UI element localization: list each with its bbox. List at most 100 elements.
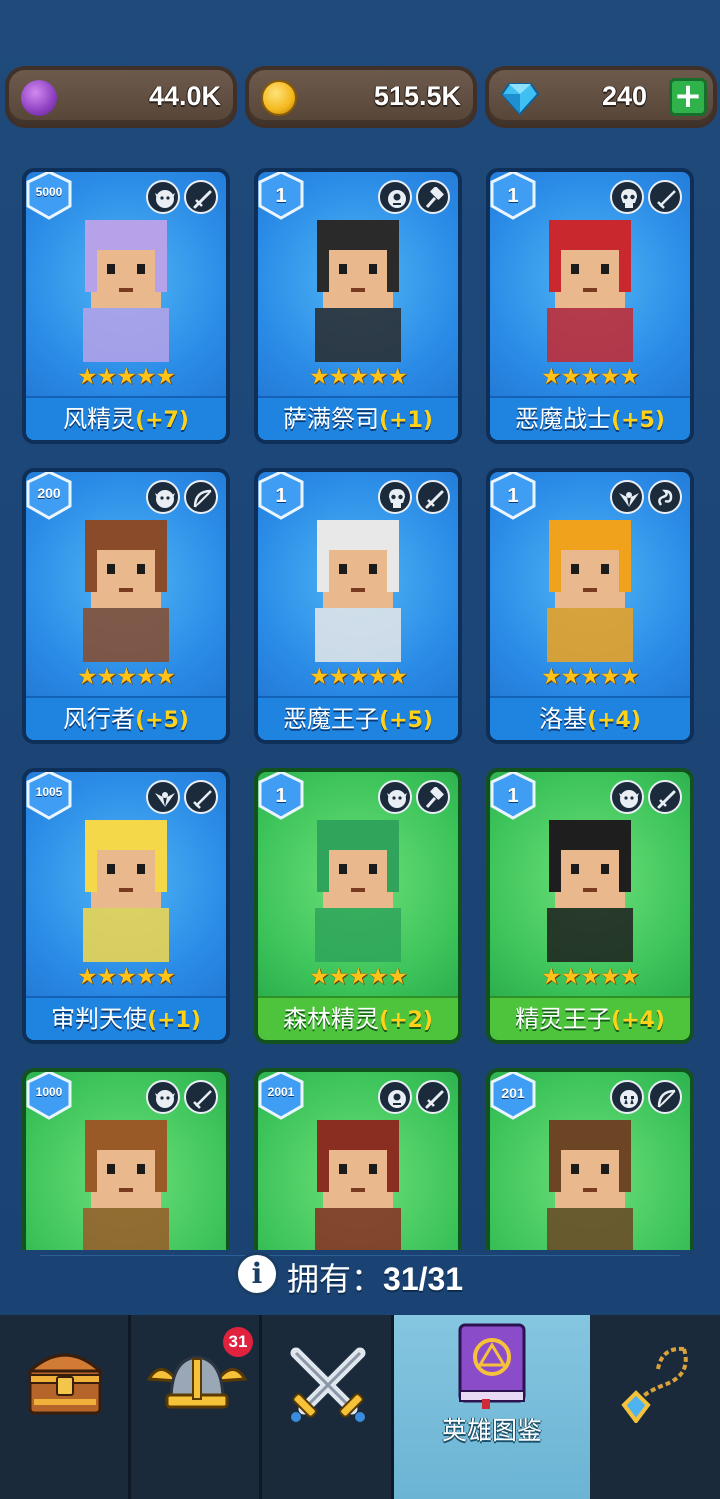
hero-name: 精灵王子 xyxy=(515,1005,612,1033)
hero-name-bar: 风精灵(+7) xyxy=(26,396,226,440)
gems-counter: 240 + xyxy=(485,66,717,128)
elixir-icon xyxy=(21,80,57,116)
hero-name-bar: 恶魔战士(+5) xyxy=(490,396,690,440)
currency-bar: 44.0K 515.5K 240 + xyxy=(0,66,720,128)
gem-icon xyxy=(500,80,540,116)
elf-icon xyxy=(146,180,180,214)
gold-value: 515.5K xyxy=(373,81,461,111)
hero-book-label: 英雄图鉴 xyxy=(441,1416,542,1445)
dagger-icon xyxy=(648,780,682,814)
hero-card[interactable]: 1 ★★★★★ 洛基(+4) xyxy=(486,468,694,744)
elf-icon xyxy=(610,780,644,814)
hero-grid: 5000 ★★★★★ 风精灵(+7) 1 ★★★★★ 萨满祭司(+1) 1 ★★★★★ 恶魔战士… xyxy=(0,160,720,1250)
hero-portrait xyxy=(547,1120,633,1250)
dagger-icon xyxy=(184,180,218,214)
nav-tab-chests[interactable] xyxy=(0,1315,131,1499)
hero-portrait xyxy=(315,220,401,362)
star-rating: ★★★★★ xyxy=(308,664,408,690)
dagger-icon xyxy=(416,480,450,514)
nav-tab-items[interactable] xyxy=(590,1315,720,1499)
sword-icon xyxy=(648,180,682,214)
owned-label: 拥有： xyxy=(287,1260,384,1298)
nav-tab-heroes[interactable]: 31 xyxy=(131,1315,262,1499)
skull-icon xyxy=(610,180,644,214)
hero-bonus: (+2) xyxy=(379,1008,433,1033)
hero-level: 201 xyxy=(501,1085,525,1101)
hero-level: 1 xyxy=(275,485,287,507)
hero-name-bar: 萨满祭司(+1) xyxy=(258,396,458,440)
hero-card[interactable]: 5000 ★★★★★ 风精灵(+7) xyxy=(22,168,230,444)
hero-card[interactable]: 1 ★★★★★ 恶魔王子(+5) xyxy=(254,468,462,744)
amulet-icon xyxy=(621,1346,688,1423)
hero-portrait xyxy=(315,1120,401,1250)
dagger-icon xyxy=(416,1080,450,1114)
hero-card[interactable]: 1 ★★★★★ 精灵王子(+4) xyxy=(486,768,694,1044)
owned-text: 拥有：31/31 xyxy=(287,1254,463,1300)
hammer-icon xyxy=(416,780,450,814)
add-gems-button[interactable]: + xyxy=(669,78,707,116)
hero-bonus: (+5) xyxy=(611,408,665,433)
hero-portrait xyxy=(547,220,633,362)
hero-level: 5000 xyxy=(35,185,63,199)
nav-tab-battle[interactable] xyxy=(262,1315,394,1499)
hero-name: 风行者 xyxy=(63,705,136,733)
hero-level: 1 xyxy=(507,785,519,807)
wings-icon xyxy=(146,780,180,814)
elixir-value: 44.0K xyxy=(148,81,221,111)
owned-value: 31/31 xyxy=(383,1261,464,1297)
gold-counter: 515.5K xyxy=(245,66,477,128)
star-rating: ★★★★★ xyxy=(76,364,176,390)
hero-bonus: (+1) xyxy=(379,408,433,433)
wings-icon xyxy=(610,480,644,514)
bow-icon xyxy=(648,1080,682,1114)
hero-level: 1 xyxy=(507,485,519,507)
hero-book-icon xyxy=(458,1323,526,1409)
hero-portrait xyxy=(315,820,401,962)
bottom-nav: 31 英雄图鉴 xyxy=(0,1315,720,1499)
hero-card[interactable]: 1 ★★★★★ 森林精灵(+2) xyxy=(254,768,462,1044)
hero-bonus: (+4) xyxy=(587,708,641,733)
star-rating: ★★★★★ xyxy=(308,964,408,990)
hero-card[interactable]: 200 ★★★★★ 风行者(+5) xyxy=(22,468,230,744)
bow-icon xyxy=(184,480,218,514)
hero-level: 1 xyxy=(507,185,519,207)
elf-icon xyxy=(378,780,412,814)
nav-tab-hero-book[interactable]: 英雄图鉴 xyxy=(394,1315,590,1499)
hero-bonus: (+4) xyxy=(611,1008,665,1033)
info-icon[interactable]: i xyxy=(235,1252,279,1296)
cyclops-icon xyxy=(378,180,412,214)
hero-level: 1 xyxy=(275,785,287,807)
hero-card[interactable]: 1 ★★★★★ 恶魔战士(+5) xyxy=(486,168,694,444)
star-rating: ★★★★★ xyxy=(308,364,408,390)
hero-bonus: (+7) xyxy=(135,408,189,433)
hero-name-bar: 恶魔王子(+5) xyxy=(258,696,458,740)
star-rating: ★★★★★ xyxy=(540,964,640,990)
hero-name: 萨满祭司 xyxy=(283,405,380,433)
hero-bonus: (+5) xyxy=(135,708,189,733)
hero-portrait xyxy=(83,1120,169,1250)
hero-portrait xyxy=(83,220,169,362)
hero-portrait xyxy=(315,520,401,662)
sword-icon xyxy=(184,780,218,814)
hero-level: 200 xyxy=(37,485,61,501)
hero-card[interactable]: 1005 ★★★★★ 审判天使(+1) xyxy=(22,768,230,1044)
hero-card[interactable]: 2001 xyxy=(254,1068,462,1250)
hero-name-bar: 精灵王子(+4) xyxy=(490,996,690,1040)
hero-card[interactable]: 201 xyxy=(486,1068,694,1250)
helmet-icon xyxy=(147,1355,247,1409)
hero-name-bar: 洛基(+4) xyxy=(490,696,690,740)
hero-portrait xyxy=(547,520,633,662)
hero-card[interactable]: 1000 xyxy=(22,1068,230,1250)
star-rating: ★★★★★ xyxy=(540,364,640,390)
hero-name: 恶魔战士 xyxy=(515,405,612,433)
hero-card[interactable]: 1 ★★★★★ 萨满祭司(+1) xyxy=(254,168,462,444)
hero-name-bar: 审判天使(+1) xyxy=(26,996,226,1040)
chest-icon xyxy=(26,1353,104,1415)
hero-name-bar: 森林精灵(+2) xyxy=(258,996,458,1040)
star-rating: ★★★★★ xyxy=(76,664,176,690)
elf-icon xyxy=(146,480,180,514)
skull-icon xyxy=(378,480,412,514)
gems-value: 240 xyxy=(601,81,647,111)
orc-icon xyxy=(610,1080,644,1114)
cyclops-icon xyxy=(378,1080,412,1114)
